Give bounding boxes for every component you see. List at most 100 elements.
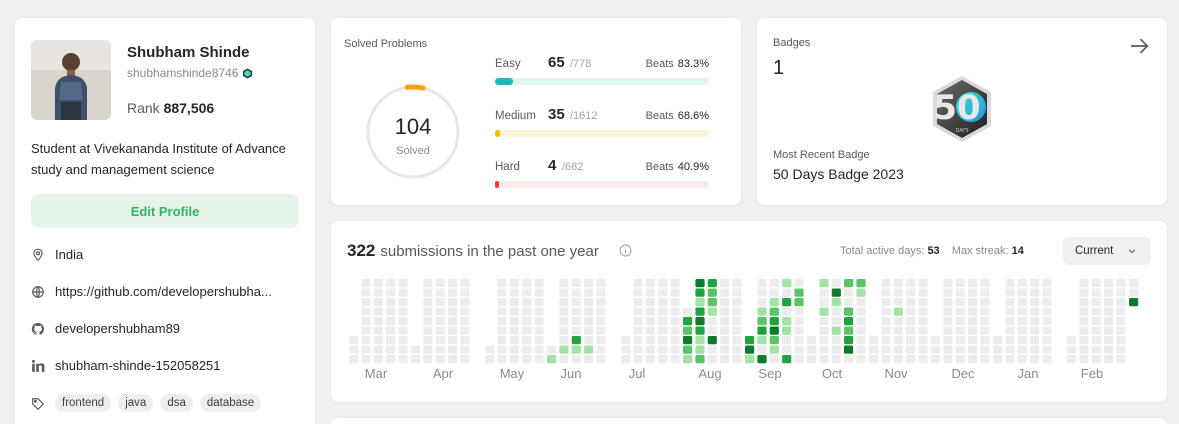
- heatmap-cell[interactable]: [918, 355, 928, 364]
- heatmap-cell[interactable]: [1104, 336, 1114, 345]
- heatmap-cell[interactable]: [596, 288, 606, 297]
- heatmap-cell[interactable]: [559, 307, 569, 316]
- heatmap-cell[interactable]: [819, 355, 829, 364]
- heatmap-cell[interactable]: [695, 298, 705, 307]
- heatmap-cell[interactable]: [1030, 298, 1040, 307]
- heatmap-cell[interactable]: [373, 326, 383, 335]
- heatmap-cell[interactable]: [349, 336, 359, 345]
- heatmap-cell[interactable]: [534, 336, 544, 345]
- heatmap-cell[interactable]: [819, 326, 829, 335]
- heatmap-cell[interactable]: [509, 345, 519, 354]
- heatmap-cell[interactable]: [1005, 298, 1015, 307]
- heatmap-cell[interactable]: [918, 317, 928, 326]
- heatmap-cell[interactable]: [559, 317, 569, 326]
- heatmap-cell[interactable]: [955, 288, 965, 297]
- heatmap-cell[interactable]: [559, 326, 569, 335]
- heatmap-cell[interactable]: [968, 317, 978, 326]
- heatmap-cell[interactable]: [732, 317, 742, 326]
- heatmap-cell[interactable]: [1042, 336, 1052, 345]
- heatmap-cell[interactable]: [955, 298, 965, 307]
- heatmap-cell[interactable]: [695, 345, 705, 354]
- heatmap-cell[interactable]: [509, 355, 519, 364]
- heatmap-cell[interactable]: [559, 336, 569, 345]
- heatmap-cell[interactable]: [1017, 345, 1027, 354]
- heatmap-cell[interactable]: [757, 317, 767, 326]
- website-row[interactable]: https://github.com/developershubha...: [31, 284, 301, 299]
- heatmap-cell[interactable]: [448, 355, 458, 364]
- heatmap-cell[interactable]: [386, 345, 396, 354]
- heatmap-cell[interactable]: [534, 326, 544, 335]
- heatmap-cell[interactable]: [1116, 336, 1126, 345]
- heatmap-cell[interactable]: [906, 326, 916, 335]
- heatmap-cell[interactable]: [831, 336, 841, 345]
- heatmap-cell[interactable]: [621, 336, 631, 345]
- heatmap-cell[interactable]: [1017, 355, 1027, 364]
- heatmap-cell[interactable]: [955, 326, 965, 335]
- heatmap-cell[interactable]: [881, 307, 891, 316]
- heatmap-cell[interactable]: [893, 336, 903, 345]
- heatmap-cell[interactable]: [633, 288, 643, 297]
- heatmap-cell[interactable]: [844, 288, 854, 297]
- heatmap-cell[interactable]: [745, 336, 755, 345]
- heatmap-cell[interactable]: [707, 307, 717, 316]
- heatmap-cell[interactable]: [373, 355, 383, 364]
- heatmap-cell[interactable]: [522, 288, 532, 297]
- heatmap-cell[interactable]: [720, 317, 730, 326]
- heatmap-cell[interactable]: [509, 298, 519, 307]
- heatmap-cell[interactable]: [460, 279, 470, 288]
- heatmap-cell[interactable]: [993, 336, 1003, 345]
- heatmap-cell[interactable]: [1030, 345, 1040, 354]
- heatmap-cell[interactable]: [819, 317, 829, 326]
- fifty-days-badge-icon[interactable]: 50 DAYS: [927, 74, 997, 144]
- heatmap-cell[interactable]: [732, 355, 742, 364]
- heatmap-cell[interactable]: [1104, 298, 1114, 307]
- heatmap-cell[interactable]: [819, 279, 829, 288]
- heatmap-cell[interactable]: [881, 298, 891, 307]
- heatmap-cell[interactable]: [1042, 307, 1052, 316]
- heatmap-cell[interactable]: [435, 326, 445, 335]
- heatmap-cell[interactable]: [893, 279, 903, 288]
- heatmap-cell[interactable]: [1017, 298, 1027, 307]
- heatmap-cell[interactable]: [361, 279, 371, 288]
- heatmap-cell[interactable]: [571, 345, 581, 354]
- heatmap-cell[interactable]: [596, 355, 606, 364]
- heatmap-cell[interactable]: [373, 288, 383, 297]
- heatmap-cell[interactable]: [559, 298, 569, 307]
- heatmap-cell[interactable]: [881, 345, 891, 354]
- heatmap-cell[interactable]: [918, 326, 928, 335]
- heatmap-cell[interactable]: [856, 279, 866, 288]
- heatmap-cell[interactable]: [906, 279, 916, 288]
- heatmap-cell[interactable]: [955, 345, 965, 354]
- heatmap-cell[interactable]: [856, 326, 866, 335]
- heatmap-cell[interactable]: [1030, 288, 1040, 297]
- heatmap-cell[interactable]: [794, 336, 804, 345]
- github-row[interactable]: developershubham89: [31, 321, 301, 336]
- heatmap-cell[interactable]: [1017, 288, 1027, 297]
- heatmap-cell[interactable]: [931, 336, 941, 345]
- heatmap-cell[interactable]: [633, 298, 643, 307]
- heatmap-cell[interactable]: [1104, 279, 1114, 288]
- heatmap-cell[interactable]: [782, 307, 792, 316]
- heatmap-cell[interactable]: [707, 336, 717, 345]
- heatmap-cell[interactable]: [423, 336, 433, 345]
- heatmap-cell[interactable]: [398, 317, 408, 326]
- heatmap-cell[interactable]: [1079, 298, 1089, 307]
- heatmap-cell[interactable]: [534, 288, 544, 297]
- heatmap-cell[interactable]: [1079, 355, 1089, 364]
- heatmap-cell[interactable]: [1005, 317, 1015, 326]
- heatmap-cell[interactable]: [695, 288, 705, 297]
- heatmap-cell[interactable]: [980, 345, 990, 354]
- heatmap-cell[interactable]: [943, 326, 953, 335]
- heatmap-cell[interactable]: [509, 317, 519, 326]
- heatmap-cell[interactable]: [831, 355, 841, 364]
- heatmap-cell[interactable]: [398, 355, 408, 364]
- heatmap-cell[interactable]: [373, 279, 383, 288]
- heatmap-cell[interactable]: [757, 307, 767, 316]
- heatmap-cell[interactable]: [1030, 326, 1040, 335]
- heatmap-cell[interactable]: [559, 279, 569, 288]
- skill-tag[interactable]: database: [199, 394, 262, 412]
- heatmap-cell[interactable]: [1017, 279, 1027, 288]
- heatmap-cell[interactable]: [968, 355, 978, 364]
- heatmap-cell[interactable]: [596, 345, 606, 354]
- heatmap-cell[interactable]: [1079, 279, 1089, 288]
